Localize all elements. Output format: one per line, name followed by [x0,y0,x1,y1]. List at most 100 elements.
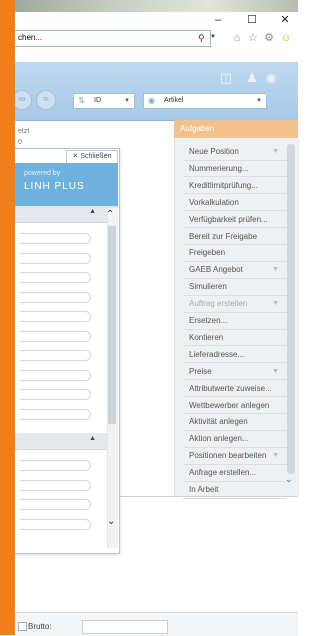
task-item[interactable]: Ersetzen... [189,313,285,328]
task-item-label: Verfügbarkeit prüfen... [189,214,268,224]
task-item[interactable]: GAEB Angebot ▼ [189,262,285,277]
task-item-label: Aktion anlegen... [189,434,249,444]
link-icon[interactable]: ∞ [12,90,32,110]
task-separator [183,497,287,499]
task-item[interactable]: Attributwerte zuweise... [189,381,285,396]
task-item-label: Vorkalkulation [189,197,239,207]
task-item[interactable]: Bereit zur Freigabe [189,229,285,244]
task-item-label: Positionen bearbeiten [189,451,267,461]
address-text: chen... [18,33,43,42]
task-item-label: Preise [189,366,212,376]
smiley-icon[interactable]: ☺ [279,31,293,45]
task-item-label: Lieferadresse... [189,349,245,359]
panel-close-label: Schließen [80,153,112,160]
panel-input-field[interactable] [20,460,91,471]
address-dropdown-icon[interactable]: ▼ [210,34,216,40]
panel-section-header[interactable]: ▲ [15,206,118,223]
minimize-button[interactable]: – [207,12,229,28]
home-icon[interactable]: ⌂ [230,31,244,45]
task-item[interactable]: In Arbeit [189,482,285,497]
panel-input-field[interactable] [20,518,91,530]
scroll-down-icon[interactable]: ⌄ [107,516,115,527]
task-item-label: Nummerierung... [189,163,249,173]
task-item-label: Bereit zur Freigabe [189,231,258,241]
panel-section-header[interactable]: ▲ [15,433,118,450]
aufgaben-header: Aufgaben [174,120,298,138]
task-item[interactable]: Lieferadresse... [189,347,285,362]
task-item-label: In Arbeit [189,485,219,494]
task-list-scrollbar[interactable] [287,144,295,474]
task-item[interactable]: Simulieren [189,279,285,294]
task-item-label: Neue Position [189,147,239,156]
task-item[interactable]: Positionen bearbeiten ▼ [189,448,285,463]
task-item-label: GAEB Angebot [189,265,243,275]
submenu-arrow-icon: ▼ [272,266,279,274]
chevron-down-icon: ▼ [256,98,262,104]
panel-input-field[interactable] [20,272,91,283]
sort-select[interactable]: ⇅ ID ▼ [73,93,135,109]
scroll-up-icon[interactable]: ⌃ [106,209,114,220]
task-item[interactable]: Aktion anlegen... [189,431,285,446]
chevron-down-icon: ▼ [124,98,130,104]
panel-input-field[interactable] [20,233,91,244]
panel-input-field[interactable] [20,350,91,361]
task-item[interactable]: Verfügbarkeit prüfen... [189,212,285,227]
task-item[interactable]: Vorkalkulation [189,195,285,210]
settings-gear-icon[interactable]: ⚙ [262,31,276,45]
collapse-caret-icon: ▲ [89,208,96,215]
aufgaben-task-list: Neue Position ▼ Nummerierung... Kreditlimit… [174,138,299,499]
task-item[interactable]: Kontieren [189,330,285,345]
eye-icon: ◉ [148,96,155,105]
powered-by-text: powered by [24,170,61,177]
maximize-button[interactable]: ☐ [241,12,263,28]
brutto-field[interactable] [82,620,168,634]
favorites-star-icon[interactable]: ☆ [246,31,260,45]
orange-accent-bar [0,0,15,635]
task-scroll-down-icon[interactable]: ⌄ [285,474,293,485]
panel-input-field[interactable] [20,311,91,322]
task-item[interactable]: Wettbewerber anlegen [189,398,285,413]
task-item-label: Ersetzen... [189,316,228,325]
brutto-label: Brutto: [28,622,52,631]
address-search-icon[interactable]: ⚲ [198,33,205,44]
task-item-label: Kontieren [189,332,224,342]
task-item-label: Freigeben [189,248,226,258]
panel-input-field[interactable] [20,369,91,381]
task-item-label: Simulieren [189,282,227,292]
status-text-secondary: 0 [18,139,22,146]
rss-feed-icon[interactable]: ≈ [36,90,56,110]
panel-input-field[interactable] [20,408,91,420]
user-icon[interactable]: ♟ [244,70,260,86]
task-item[interactable]: Aktivität anlegen [189,414,285,429]
task-item[interactable]: Anfrage erstellen... [189,465,285,480]
sort-icon: ⇅ [78,96,85,105]
task-item-label: Auftrag erstellen [189,299,248,309]
panel-input-field[interactable] [20,291,91,303]
panel-input-field[interactable] [20,330,91,342]
panel-scrollbar-thumb[interactable] [108,226,116,424]
task-item-label: Kreditlimitprüfung... [189,180,258,190]
artikel-select-value: Artikel [164,97,184,104]
sort-select-value: ID [94,97,101,104]
task-item[interactable]: Nummerierung... [189,161,285,176]
task-item-label: Attributwerte zuweise... [189,383,272,393]
submenu-arrow-icon: ▼ [272,452,279,460]
panel-input-field[interactable] [20,479,91,491]
panel-input-field[interactable] [20,389,91,400]
submenu-arrow-icon: ▼ [272,300,279,308]
panel-close-button[interactable]: ✕ Schließen [66,150,118,164]
task-item[interactable]: Kreditlimitprüfung... [189,178,285,193]
task-item[interactable]: Freigeben [189,245,285,260]
task-item[interactable]: Preise ▼ [189,364,285,379]
status-text: etzt [18,128,30,135]
brutto-checkbox[interactable] [18,622,27,631]
task-item-label: Aktivität anlegen [189,417,248,427]
location-pin-icon[interactable]: ◉ [263,70,279,86]
linh-plus-logo: LINH PLUS [24,181,85,192]
panel-input-field[interactable] [20,252,91,264]
artikel-select[interactable]: ◉ Artikel ▼ [143,93,267,109]
task-item[interactable]: Neue Position ▼ [189,144,285,159]
contact-card-icon[interactable]: ◫ [218,70,234,86]
close-window-button[interactable]: ✕ [274,12,296,28]
panel-input-field[interactable] [20,499,91,510]
